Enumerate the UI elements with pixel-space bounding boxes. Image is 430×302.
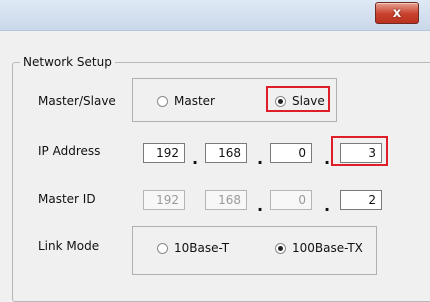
master-radio-label: Master <box>174 94 215 108</box>
master-id-label: Master ID <box>38 192 96 206</box>
100base-tx-radio[interactable]: 100Base-TX <box>275 240 363 256</box>
ip-address-label: IP Address <box>38 144 101 158</box>
master-slave-label: Master/Slave <box>38 94 116 108</box>
10base-t-radio[interactable]: 10Base-T <box>157 240 229 256</box>
10base-t-radio-label: 10Base-T <box>174 241 230 255</box>
ip-octet-2[interactable] <box>205 143 247 163</box>
master-id-separator-3: . <box>324 196 331 215</box>
slave-highlight-box <box>266 86 330 112</box>
100base-tx-radio-label: 100Base-TX <box>292 241 363 255</box>
100base-tx-radio-circle[interactable] <box>275 242 286 254</box>
link-mode-label: Link Mode <box>38 239 100 253</box>
ip-octet-3[interactable] <box>270 143 312 163</box>
window-titlebar <box>0 0 430 31</box>
ip-octet-4-highlight-box <box>331 136 388 166</box>
network-setup-title: Network Setup <box>20 55 115 69</box>
ip-separator-1: . <box>192 149 199 168</box>
master-radio[interactable]: Master <box>157 93 215 109</box>
close-icon: x <box>392 5 402 21</box>
ip-octet-1[interactable] <box>143 143 185 163</box>
master-radio-circle[interactable] <box>157 95 168 107</box>
ip-separator-2: . <box>257 149 264 168</box>
master-id-octet-2 <box>205 190 247 210</box>
close-button[interactable]: x <box>375 2 419 24</box>
master-id-separator-2: . <box>257 196 264 215</box>
master-id-octet-3 <box>270 190 312 210</box>
10base-t-radio-circle[interactable] <box>157 242 168 254</box>
master-id-octet-1 <box>143 190 185 210</box>
ip-separator-3: . <box>324 149 331 168</box>
master-id-octet-4[interactable] <box>340 190 382 210</box>
